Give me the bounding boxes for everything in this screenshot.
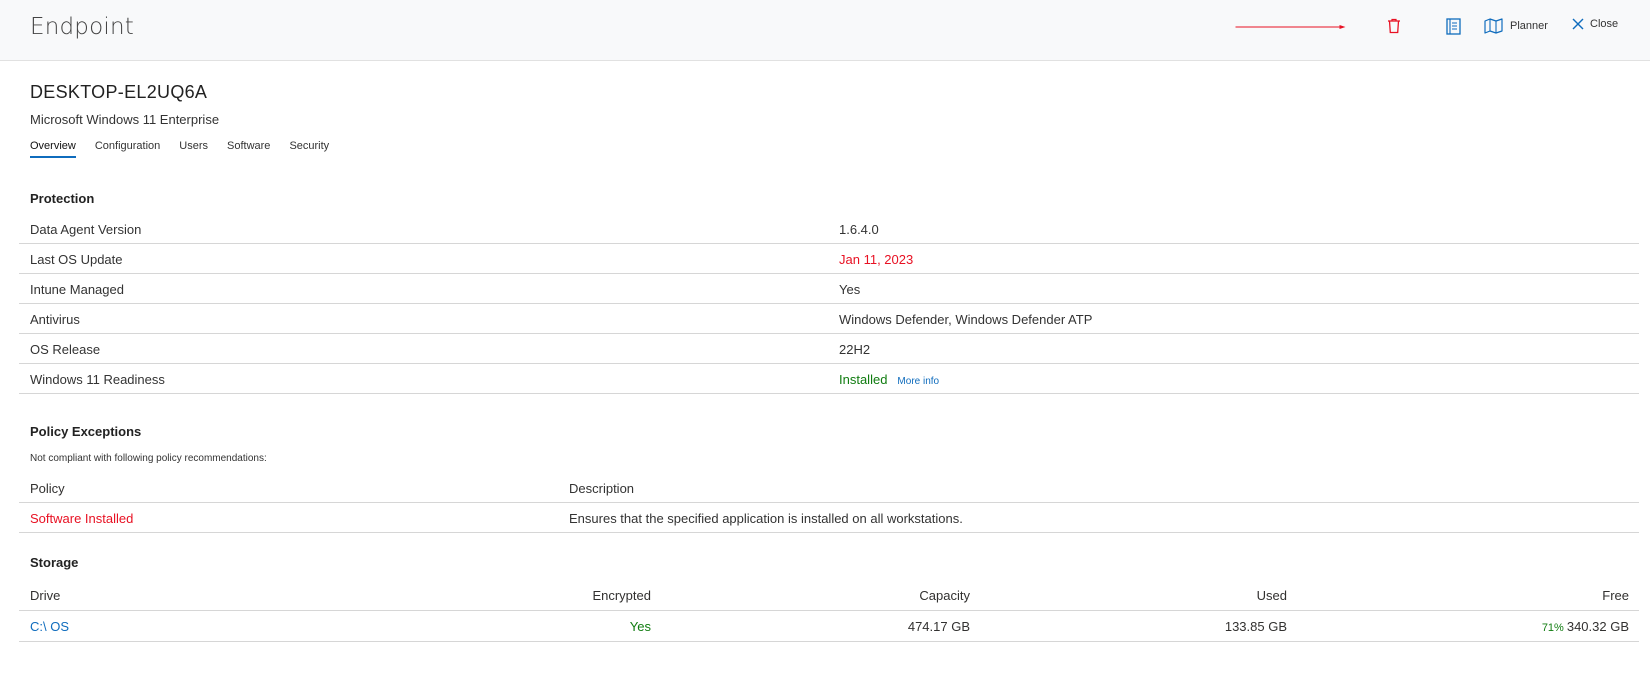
report-button[interactable] [1446,18,1461,35]
column-header: Free [1602,588,1629,603]
row-value: Yes [839,282,861,297]
policy-name[interactable]: Software Installed [30,511,133,526]
encrypted-value: Yes [629,619,651,634]
tab-security[interactable]: Security [289,140,329,158]
row-value: Windows Defender, Windows Defender ATP [839,312,1093,327]
planner-label: Planner [1510,20,1548,32]
row-value: 1.6.4.0 [839,222,879,237]
policy-title: Policy Exceptions [30,424,142,439]
policy-note: Not compliant with following policy reco… [30,453,267,464]
policy-table: Policy Description Software Installed En… [19,473,1639,533]
table-row: Antivirus Windows Defender, Windows Defe… [19,304,1639,334]
policy-description: Ensures that the specified application i… [569,511,963,526]
row-value: Jan 11, 2023 [839,252,914,267]
readiness-status: Installed [839,372,888,387]
protection-table: Data Agent Version 1.6.4.0 Last OS Updat… [19,214,1639,394]
row-label: Intune Managed [30,282,124,297]
storage-table: Drive Encrypted Capacity Used Free C:\ O… [19,580,1639,642]
drive-link[interactable]: C:\ OS [30,619,69,634]
planner-button[interactable]: Planner [1484,18,1548,34]
protection-title: Protection [30,191,95,206]
column-header: Policy [30,481,65,496]
tab-overview[interactable]: Overview [30,140,76,158]
table-header-row: Policy Description [19,473,1639,503]
table-row: Windows 11 Readiness Installed More info [19,364,1639,394]
device-name: DESKTOP-EL2UQ6A [30,82,208,102]
device-os: Microsoft Windows 11 Enterprise [30,112,220,127]
trash-icon [1388,18,1400,34]
free-percent: 71% [1541,622,1564,634]
more-info-link[interactable]: More info [897,376,939,387]
storage-title: Storage [30,555,79,570]
delete-button[interactable] [1387,18,1401,34]
page-title: Endpoint [30,14,134,40]
table-row: Intune Managed Yes [19,274,1639,304]
table-row: Last OS Update Jan 11, 2023 [19,244,1639,274]
tab-software[interactable]: Software [227,140,270,158]
column-header: Encrypted [592,588,651,603]
tab-users[interactable]: Users [179,140,208,158]
row-label: Last OS Update [30,252,123,267]
row-label: OS Release [30,342,101,357]
column-header: Used [1256,588,1287,603]
free-value: 71% 340.32 GB [1542,619,1629,634]
column-header: Capacity [919,588,970,603]
column-header: Drive [30,588,61,603]
table-row: C:\ OS Yes 474.17 GB 133.85 GB 71% 340.32… [19,611,1639,642]
tab-configuration[interactable]: Configuration [95,140,160,158]
capacity-value: 474.17 GB [907,619,970,634]
table-row: Software Installed Ensures that the spec… [19,503,1639,533]
close-label: Close [1590,18,1619,30]
document-icon [1446,18,1461,35]
annotation-arrow [1235,25,1346,29]
used-value: 133.85 GB [1224,619,1287,634]
row-value: Installed More info [839,372,939,387]
top-bar: Endpoint Planner Close [0,0,1650,61]
column-header: Description [569,481,635,496]
row-label: Antivirus [30,312,80,327]
close-icon [1572,18,1584,30]
table-row: OS Release 22H2 [19,334,1639,364]
row-label: Data Agent Version [30,222,142,237]
table-header-row: Drive Encrypted Capacity Used Free [19,580,1639,611]
table-row: Data Agent Version 1.6.4.0 [19,214,1639,244]
row-label: Windows 11 Readiness [30,372,165,387]
map-icon [1484,18,1503,34]
free-amount: 340.32 GB [1566,619,1629,634]
row-value: 22H2 [839,342,871,357]
close-button[interactable]: Close [1572,18,1618,30]
tab-bar: Overview Configuration Users Software Se… [30,140,348,158]
